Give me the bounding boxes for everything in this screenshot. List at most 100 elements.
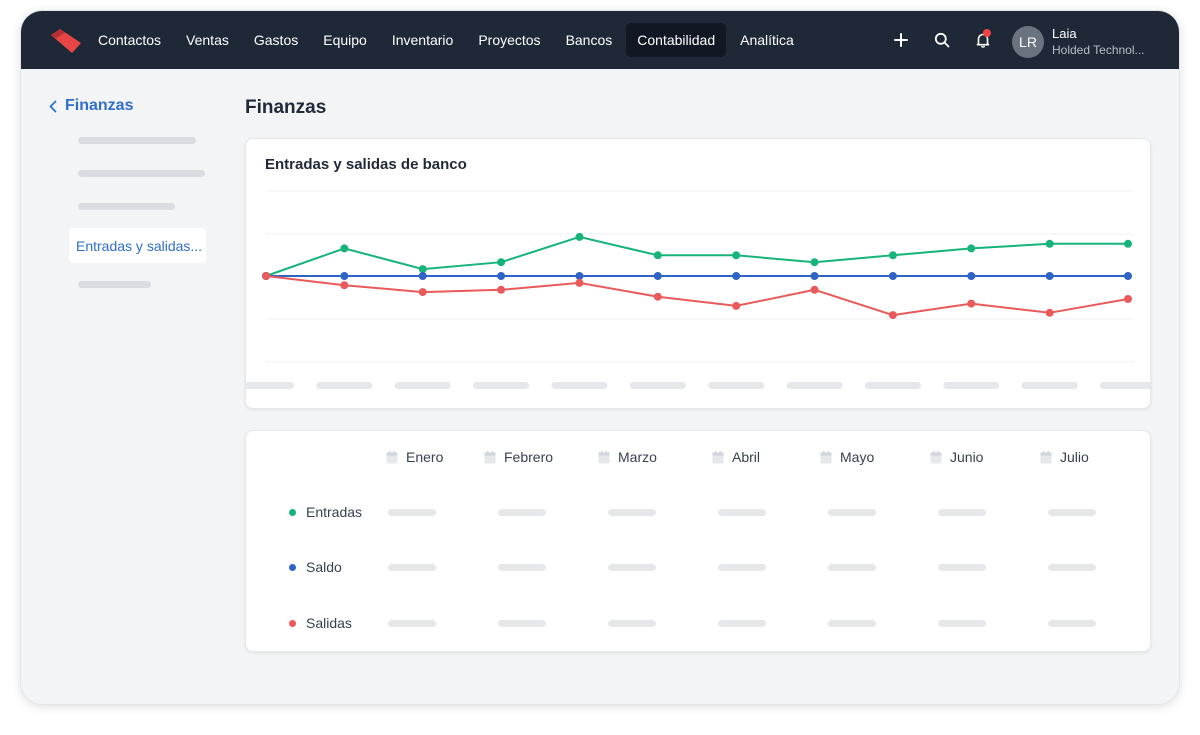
table-cell-placeholder [608, 509, 656, 516]
data-point-salidas [418, 288, 427, 297]
data-point-saldo [967, 272, 976, 280]
avatar[interactable]: LR [1012, 26, 1044, 58]
x-tick-label-placeholder [943, 382, 1000, 389]
nav-item-bancos[interactable]: Bancos [555, 23, 624, 57]
sidebar-item-placeholder[interactable] [78, 203, 175, 210]
sidebar-item-placeholder[interactable] [78, 137, 196, 144]
x-tick-label-placeholder [1100, 382, 1152, 389]
data-point-entradas [1124, 239, 1132, 248]
month-header-mayo: Mayo [820, 449, 874, 465]
data-point-salidas [262, 272, 270, 280]
data-point-saldo [653, 272, 662, 280]
data-point-saldo [497, 272, 506, 280]
data-point-salidas [967, 299, 976, 308]
month-header-marzo: Marzo [598, 449, 657, 465]
calendar-icon [484, 450, 496, 463]
top-navigation-bar: Contactos Ventas Gastos Equipo Inventari… [21, 11, 1179, 69]
nav-item-contabilidad[interactable]: Contabilidad [626, 23, 727, 57]
data-point-entradas [497, 258, 506, 267]
month-header-abril: Abril [712, 449, 760, 465]
app-window: Contactos Ventas Gastos Equipo Inventari… [20, 10, 1180, 705]
data-point-entradas [732, 251, 741, 260]
nav-item-contactos[interactable]: Contactos [87, 23, 172, 57]
data-point-saldo [1124, 272, 1132, 280]
month-header-junio: Junio [930, 449, 983, 465]
nav-item-equipo[interactable]: Equipo [312, 23, 378, 57]
x-tick-label-placeholder [551, 382, 608, 389]
x-tick-label-placeholder [473, 382, 530, 389]
data-point-entradas [575, 232, 584, 241]
row-label-text: Saldo [306, 559, 342, 575]
plus-icon [894, 33, 908, 47]
table-cell-placeholder [828, 620, 876, 627]
legend-dot [289, 508, 296, 516]
nav-item-ventas[interactable]: Ventas [175, 23, 240, 57]
user-menu[interactable]: Laia Holded Technol... [1052, 25, 1145, 58]
table-cell-placeholder [828, 564, 876, 571]
data-point-salidas [497, 285, 506, 294]
table-cell-placeholder [828, 509, 876, 516]
table-cell-placeholder [388, 564, 436, 571]
calendar-icon [598, 450, 610, 463]
user-name: Laia [1052, 26, 1077, 41]
data-point-salidas [653, 292, 662, 301]
search-button[interactable] [928, 26, 956, 54]
data-point-salidas [888, 311, 897, 320]
nav-item-proyectos[interactable]: Proyectos [467, 23, 551, 57]
calendar-icon [386, 450, 398, 463]
data-point-saldo [575, 272, 584, 280]
table-cell-placeholder [608, 620, 656, 627]
data-point-entradas [340, 244, 349, 253]
month-label: Julio [1060, 449, 1089, 465]
series-line-entradas [265, 235, 1128, 277]
data-point-entradas [888, 251, 897, 260]
sidebar-item-entradas-salidas[interactable]: Entradas y salidas... [69, 228, 206, 263]
x-tick-label-placeholder [246, 382, 294, 389]
bank-flow-chart-card: Entradas y salidas de banco [245, 138, 1152, 409]
legend-dot [289, 563, 296, 571]
table-cell-placeholder [498, 564, 546, 571]
sidebar-item-placeholder[interactable] [78, 170, 205, 177]
notification-badge [983, 29, 991, 37]
line-chart [246, 190, 1152, 389]
legend-dot [289, 619, 296, 627]
table-cell-placeholder [498, 509, 546, 516]
nav-item-analitica[interactable]: Analítica [729, 23, 805, 57]
data-point-salidas [340, 281, 349, 290]
main-nav: Contactos Ventas Gastos Equipo Inventari… [87, 11, 808, 69]
month-header-julio: Julio [1040, 449, 1089, 465]
table-cell-placeholder [1048, 509, 1096, 516]
row-label-entradas: Entradas [289, 504, 362, 520]
sidebar-item-placeholder[interactable] [78, 281, 151, 288]
x-tick-label-placeholder [708, 382, 765, 389]
data-point-salidas [810, 285, 819, 294]
month-label: Enero [406, 449, 444, 465]
data-point-entradas [967, 244, 976, 253]
series-line-salidas [265, 275, 1129, 317]
table-cell-placeholder [938, 564, 986, 571]
holded-logo[interactable] [51, 29, 81, 53]
row-label-text: Salidas [306, 615, 352, 631]
back-link[interactable]: Finanzas [49, 97, 133, 115]
data-point-saldo [732, 272, 741, 280]
table-cell-placeholder [608, 564, 656, 571]
row-label-saldo: Saldo [289, 559, 342, 575]
nav-item-gastos[interactable]: Gastos [243, 23, 309, 57]
calendar-icon [820, 450, 832, 463]
month-label: Febrero [504, 449, 554, 465]
nav-item-inventario[interactable]: Inventario [381, 23, 464, 57]
data-point-entradas [418, 265, 427, 274]
calendar-icon [930, 450, 942, 463]
chevron-left-icon [49, 100, 57, 112]
month-label: Junio [950, 449, 984, 465]
table-cell-placeholder [388, 620, 436, 627]
notifications-button[interactable] [969, 26, 997, 54]
row-label-salidas: Salidas [289, 615, 352, 631]
back-link-label: Finanzas [65, 97, 134, 114]
data-point-saldo [340, 272, 349, 280]
table-cell-placeholder [938, 620, 986, 627]
add-button[interactable] [887, 26, 915, 54]
row-label-text: Entradas [306, 504, 363, 520]
data-point-saldo [888, 272, 897, 280]
page-title: Finanzas [245, 97, 327, 118]
